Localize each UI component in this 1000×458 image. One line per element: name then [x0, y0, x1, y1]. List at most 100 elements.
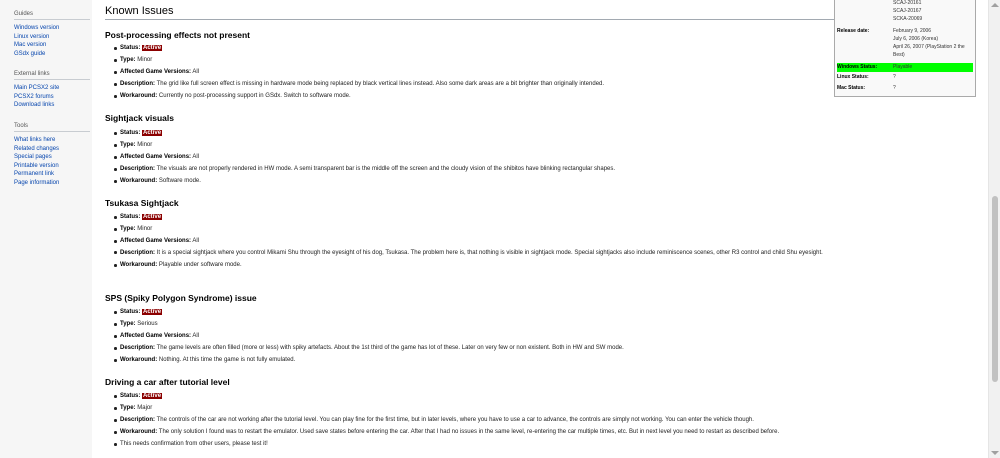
sidebar-link-printable-version[interactable]: Printable version — [14, 162, 90, 171]
versions-label: Affected Game Versions: — [120, 333, 192, 339]
note-text: This needs confirmation from other users… — [120, 441, 268, 447]
issue-title: SPS (Spiky Polygon Syndrome) issue — [105, 293, 257, 303]
description-text: It is a special sightjack where you cont… — [156, 250, 823, 256]
mac-status-label: Mac Status: — [837, 85, 866, 91]
sidebar-link-special-pages[interactable]: Special pages — [14, 153, 90, 162]
workaround-item: Workaround: Playable under software mode… — [114, 259, 974, 271]
status-label: Status: — [120, 393, 141, 399]
type-item: Type: Minor — [114, 223, 974, 235]
versions-label: Affected Game Versions: — [120, 154, 192, 160]
sidebar-heading-guides: Guides — [14, 11, 90, 20]
description-label: Description: — [120, 417, 156, 423]
description-text: The game levels are often filled (more o… — [156, 345, 624, 351]
release-date-value: Best) — [893, 52, 905, 58]
workaround-item: Workaround: Software mode. — [114, 175, 974, 187]
versions-item: Affected Game Versions: All — [114, 330, 974, 342]
sidebar-link-forums[interactable]: PCSX2 forums — [14, 93, 90, 102]
type-item: Type: Serious — [114, 318, 974, 330]
type-value: Minor — [137, 57, 153, 63]
sidebar-external-links: External links Main PCSX2 site PCSX2 for… — [14, 71, 90, 110]
sidebar: Guides Windows version Linux version Mac… — [0, 0, 93, 458]
versions-value: All — [192, 154, 200, 160]
description-item: Description: The controls of the car are… — [114, 414, 974, 426]
workaround-text: The only solution I found was to restart… — [158, 429, 780, 435]
versions-item: Affected Game Versions: All — [114, 235, 974, 247]
workaround-text: Nothing. At this time the game is not fu… — [158, 357, 296, 363]
versions-label: Affected Game Versions: — [120, 238, 192, 244]
status-badge: Active — [142, 45, 163, 51]
sidebar-link-download[interactable]: Download links — [14, 101, 90, 110]
sidebar-guides: Guides Windows version Linux version Mac… — [14, 11, 90, 58]
status-label: Status: — [120, 130, 141, 136]
issue-details: Status: Active Type: Serious Affected Ga… — [114, 306, 974, 366]
workaround-label: Workaround: — [120, 429, 158, 435]
issue-title: Driving a car after tutorial level — [105, 377, 230, 387]
description-label: Description: — [120, 345, 156, 351]
mac-status-value: ? — [893, 85, 896, 91]
versions-value: All — [192, 238, 200, 244]
status-badge: Active — [142, 214, 163, 220]
status-badge: Active — [142, 393, 163, 399]
workaround-label: Workaround: — [120, 357, 158, 363]
workaround-item: Workaround: The only solution I found wa… — [114, 426, 974, 438]
status-item: Status: Active — [114, 390, 974, 402]
release-date-value: April 26, 2007 (PlayStation 2 the — [893, 44, 965, 50]
section-title: Known Issues — [105, 5, 845, 20]
sidebar-tools: Tools What links here Related changes Sp… — [14, 123, 90, 187]
issue-details: Status: Active Type: Major Description: … — [114, 390, 974, 450]
sidebar-link-main-site[interactable]: Main PCSX2 site — [14, 84, 90, 93]
sidebar-link-gsdx-guide[interactable]: GSdx guide — [14, 50, 90, 59]
note-item: This needs confirmation from other users… — [114, 438, 974, 450]
issue-details: Status: Active Type: Minor Affected Game… — [114, 211, 974, 271]
sidebar-link-linux-version[interactable]: Linux version — [14, 33, 90, 42]
status-label: Status: — [120, 309, 141, 315]
description-label: Description: — [120, 166, 156, 172]
scroll-up-arrow-icon[interactable] — [991, 3, 999, 7]
workaround-label: Workaround: — [120, 178, 158, 184]
sidebar-link-what-links-here[interactable]: What links here — [14, 136, 90, 145]
status-item: Status: Active — [114, 306, 974, 318]
type-label: Type: — [120, 226, 136, 232]
release-date-value: July 6, 2006 (Korea) — [893, 36, 939, 42]
page-scrollbar[interactable] — [988, 0, 1000, 458]
sidebar-link-permanent-link[interactable]: Permanent link — [14, 170, 90, 179]
workaround-text: Playable under software mode. — [158, 262, 242, 268]
issue-title: Sightjack visuals — [105, 113, 174, 123]
sidebar-link-page-information[interactable]: Page information — [14, 179, 90, 188]
issue-details: Status: Active Type: Minor Affected Game… — [114, 127, 974, 187]
issue-title: Tsukasa Sightjack — [105, 198, 179, 208]
description-item: Description: The visuals are not properl… — [114, 163, 974, 175]
serial-value: SCKA-20069 — [893, 16, 923, 22]
type-value: Minor — [137, 142, 153, 148]
description-label: Description: — [120, 81, 156, 87]
workaround-label: Workaround: — [120, 93, 158, 99]
game-infobox: SCAJ-20161 SCAJ-20167 SCKA-20069 Release… — [834, 0, 976, 97]
versions-value: All — [192, 69, 200, 75]
linux-status-value: ? — [893, 74, 896, 80]
sidebar-link-related-changes[interactable]: Related changes — [14, 145, 90, 154]
status-label: Status: — [120, 45, 141, 51]
sidebar-link-mac-version[interactable]: Mac version — [14, 41, 90, 50]
workaround-item: Workaround: Nothing. At this time the ga… — [114, 354, 974, 366]
status-badge: Active — [142, 309, 163, 315]
issue-title: Post-processing effects not present — [105, 30, 251, 40]
type-label: Type: — [120, 57, 136, 63]
status-item: Status: Active — [114, 211, 974, 223]
workaround-text: Software mode. — [158, 178, 201, 184]
type-value: Major — [137, 405, 153, 411]
scroll-thumb[interactable] — [992, 196, 998, 382]
type-value: Serious — [137, 321, 158, 327]
workaround-label: Workaround: — [120, 262, 158, 268]
scroll-down-arrow-icon[interactable] — [991, 451, 999, 455]
description-item: Description: The game levels are often f… — [114, 342, 974, 354]
windows-status-label: Windows Status: — [837, 64, 878, 70]
windows-status-value: Playable — [893, 64, 913, 70]
sidebar-link-windows-version[interactable]: Windows version — [14, 24, 90, 33]
status-label: Status: — [120, 214, 141, 220]
type-item: Type: Minor — [114, 139, 974, 151]
type-item: Type: Major — [114, 402, 974, 414]
description-text: The visuals are not properly rendered in… — [156, 166, 616, 172]
versions-value: All — [192, 333, 200, 339]
linux-status-label: Linux Status: — [837, 74, 869, 80]
versions-label: Affected Game Versions: — [120, 69, 192, 75]
